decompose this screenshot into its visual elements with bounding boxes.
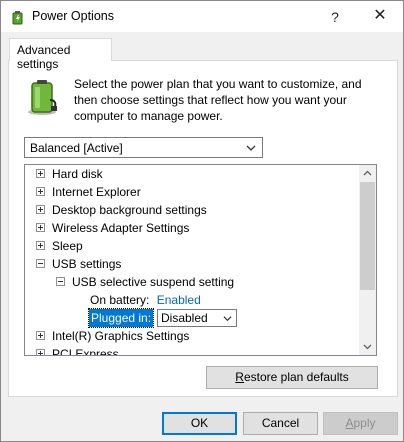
window-title: Power Options	[32, 9, 114, 23]
scroll-up-arrow-icon[interactable]	[359, 165, 376, 182]
help-button[interactable]: ?	[323, 6, 347, 28]
tree-item-label: USB selective suspend setting	[72, 275, 235, 289]
plan-description: Select the power plan that you want to c…	[74, 76, 384, 124]
tab-advanced-settings[interactable]: Advanced settings	[9, 38, 112, 71]
expand-plus-icon[interactable]	[36, 241, 45, 250]
expand-plus-icon[interactable]	[36, 331, 45, 340]
power-plan-select[interactable]: Balanced [Active]	[24, 137, 263, 158]
apply-accelerator: A	[345, 416, 354, 430]
tree-item-label: Hard disk	[52, 167, 103, 181]
expand-plus-icon[interactable]	[36, 187, 45, 196]
cancel-button[interactable]: Cancel	[243, 412, 318, 435]
power-options-window: Power Options ? ✕ Advanced settings Sele…	[0, 0, 404, 442]
ok-button[interactable]: OK	[162, 412, 237, 435]
description-line-1: Select the power plan that you want to c…	[74, 77, 362, 91]
plugged-in-select[interactable]: Disabled	[157, 309, 237, 327]
on-battery-setting[interactable]: On battery: Enabled	[90, 291, 290, 309]
power-options-app-icon	[12, 11, 23, 25]
expand-plus-icon[interactable]	[36, 223, 45, 232]
settings-tree[interactable]: Hard disk Internet Explorer Desktop back…	[24, 164, 377, 356]
restore-label: estore plan defaults	[243, 370, 349, 384]
tree-item-label: PCI Express	[52, 347, 119, 356]
tree-item-label: Internet Explorer	[52, 185, 141, 199]
on-battery-value[interactable]: Enabled	[157, 293, 201, 307]
plugged-in-setting[interactable]: Plugged in: Disabled	[25, 308, 285, 328]
plugged-in-value: Disabled	[161, 311, 208, 325]
tree-item-label: Intel(R) Graphics Settings	[52, 329, 190, 343]
restore-plan-defaults-button[interactable]: Restore plan defaults	[206, 366, 378, 389]
tree-item-label: Wireless Adapter Settings	[52, 221, 190, 235]
apply-label: pply	[353, 416, 376, 430]
chevron-down-icon	[223, 316, 232, 322]
expand-plus-icon[interactable]	[36, 205, 45, 214]
description-line-2: then choose settings that reflect how yo…	[74, 93, 347, 107]
scroll-down-arrow-icon[interactable]	[359, 338, 376, 355]
collapse-minus-icon[interactable]	[56, 277, 65, 286]
scrollbar-thumb[interactable]	[360, 182, 375, 290]
description-line-3: computer to manage power.	[74, 109, 223, 123]
tree-scrollbar[interactable]	[359, 165, 376, 355]
battery-power-icon	[28, 80, 57, 115]
restore-accelerator: R	[235, 370, 244, 384]
apply-button[interactable]: Apply	[323, 412, 398, 435]
tree-item-label: USB settings	[52, 257, 122, 271]
chevron-down-icon	[246, 145, 256, 151]
tab-label: Advanced settings	[17, 43, 71, 71]
expand-plus-icon[interactable]	[36, 349, 45, 355]
title-bar: Power Options ? ✕	[1, 1, 403, 32]
close-button[interactable]: ✕	[367, 4, 393, 28]
collapse-minus-icon[interactable]	[36, 259, 45, 268]
tree-item-label: Desktop background settings	[52, 203, 207, 217]
plugged-in-label: Plugged in:	[87, 308, 155, 328]
power-plan-value: Balanced [Active]	[30, 141, 123, 155]
expand-plus-icon[interactable]	[36, 169, 45, 178]
tree-item-label: Sleep	[52, 239, 83, 253]
on-battery-label: On battery:	[90, 293, 150, 307]
